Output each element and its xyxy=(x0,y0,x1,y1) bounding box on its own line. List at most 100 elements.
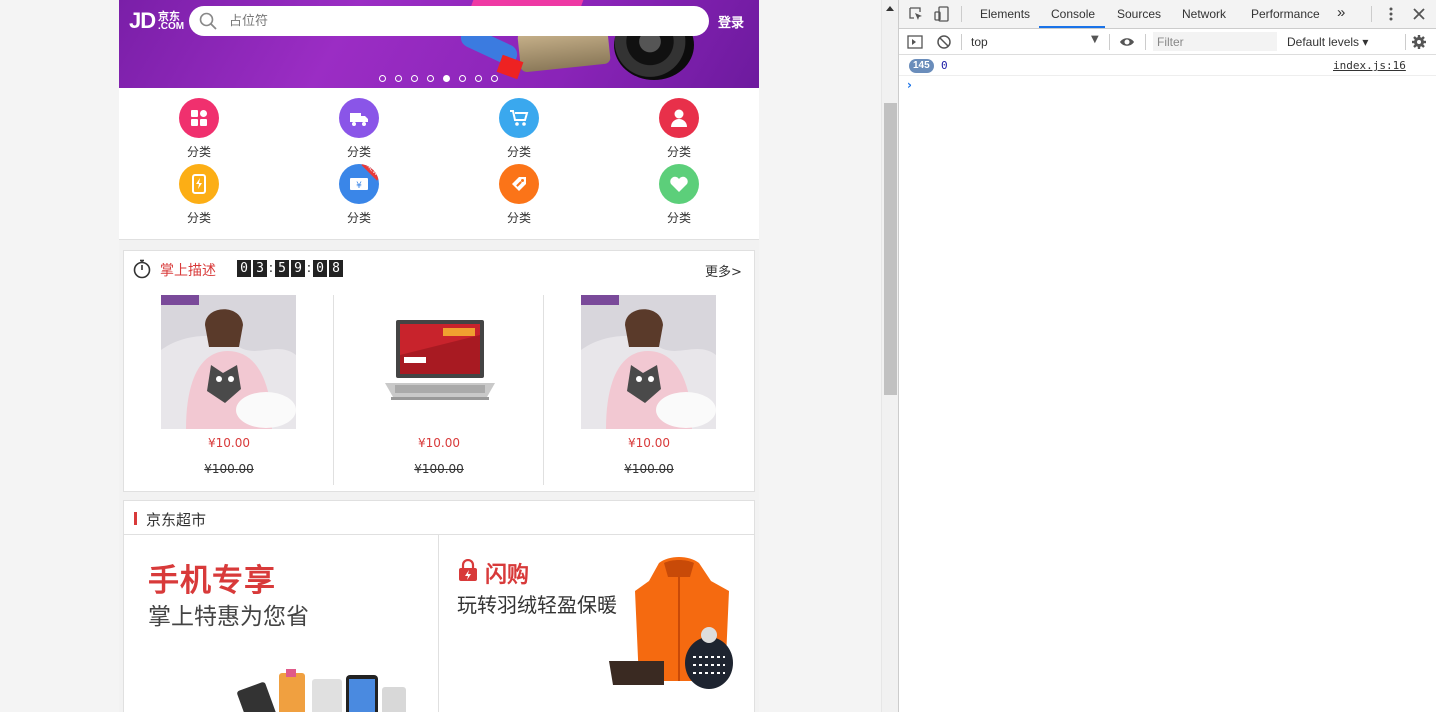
section-accent-bar xyxy=(134,512,137,525)
carousel-dot[interactable] xyxy=(459,75,466,82)
eye-icon[interactable] xyxy=(1119,34,1135,50)
promo-mobile-exclusive[interactable]: 手机专享 掌上特惠为您省 xyxy=(124,535,439,712)
heart-icon xyxy=(659,164,699,204)
carousel-dot[interactable] xyxy=(411,75,418,82)
carousel-dot[interactable] xyxy=(395,75,402,82)
svg-text:¥: ¥ xyxy=(356,181,362,191)
stopwatch-icon xyxy=(133,259,151,279)
console-message: 145 0 index.js:16 xyxy=(899,56,1436,76)
product-old-price: ¥100.00 xyxy=(414,462,464,476)
nav-item[interactable]: 分类 xyxy=(279,88,439,159)
toolbar-divider xyxy=(961,34,962,50)
supermarket-section: 京东超市 手机专享 掌上特惠为您省 闪购 玩转羽绒轻盈保暖 xyxy=(123,500,755,712)
phone-charge-icon xyxy=(179,164,219,204)
repeat-count-badge: 145 xyxy=(909,59,934,73)
product-price: ¥10.00 xyxy=(208,436,250,450)
carousel-dot[interactable] xyxy=(427,75,434,82)
mobile-page: JD 京东 .COM 登录 xyxy=(119,0,759,712)
login-link[interactable]: 登录 xyxy=(718,12,744,31)
flash-subline: 玩转羽绒轻盈保暖 xyxy=(457,593,617,617)
sidebar-toggle-icon[interactable] xyxy=(907,34,923,50)
seckill-section: 掌上描述 0 3 : 5 9 : 0 8 更多> ¥10.00 ¥100.00 … xyxy=(123,250,755,492)
clear-console-icon[interactable] xyxy=(936,34,952,50)
category-nav: 分类 分类 分类 分类 分类 ¥ NEW 分类 分类 分类 xyxy=(119,88,759,240)
jd-logo[interactable]: JD 京东 .COM xyxy=(129,8,189,34)
seckill-title[interactable]: 掌上描述 xyxy=(160,260,216,280)
gear-icon[interactable] xyxy=(1411,34,1427,50)
toolbar-divider xyxy=(1109,34,1110,50)
nav-item-label: 分类 xyxy=(506,211,531,225)
nav-item[interactable]: 分类 xyxy=(599,88,759,159)
context-selector[interactable]: top xyxy=(971,35,988,49)
carousel-dot[interactable] xyxy=(475,75,482,82)
seckill-header: 掌上描述 0 3 : 5 9 : 0 8 更多> xyxy=(124,251,754,287)
supermarket-title: 京东超市 xyxy=(146,511,207,529)
devtools-tab-bar: Elements Console Sources Network Perform… xyxy=(899,0,1436,29)
phones-illustration xyxy=(237,669,406,712)
devtools-panel: Elements Console Sources Network Perform… xyxy=(898,0,1436,712)
toolbar-divider xyxy=(961,6,962,22)
scroll-up-arrow-icon[interactable] xyxy=(885,4,895,12)
device-toolbar-icon[interactable] xyxy=(934,6,950,22)
laptop-photo[interactable] xyxy=(371,295,506,429)
promo-subline: 掌上特惠为您省 xyxy=(148,604,309,630)
filter-input[interactable] xyxy=(1153,32,1277,51)
product-card[interactable]: ¥10.00 ¥100.00 xyxy=(544,295,754,485)
nav-item[interactable]: 分类 xyxy=(599,154,759,225)
carousel-dot[interactable] xyxy=(491,75,498,82)
pajamas-photo[interactable] xyxy=(161,295,296,429)
console-prompt[interactable]: › xyxy=(907,78,912,92)
promo-headline: 手机专享 xyxy=(148,563,276,599)
nav-item[interactable]: 分类 xyxy=(119,88,279,159)
toolbar-divider xyxy=(1145,34,1146,50)
tab-console[interactable]: Console xyxy=(1051,7,1095,21)
kebab-menu-icon[interactable] xyxy=(1383,6,1399,22)
tab-elements[interactable]: Elements xyxy=(980,7,1030,21)
truck-icon xyxy=(339,98,379,138)
carousel-dot[interactable] xyxy=(379,75,386,82)
nav-item-label: 分类 xyxy=(666,211,691,225)
more-link[interactable]: 更多> xyxy=(705,261,742,280)
more-tabs-button[interactable]: » xyxy=(1337,4,1345,21)
nav-item[interactable]: 分类 xyxy=(119,154,279,225)
nav-item[interactable]: 分类 xyxy=(439,88,599,159)
nav-item[interactable]: 分类 xyxy=(439,154,599,225)
lock-bolt-icon xyxy=(459,559,477,581)
product-card[interactable]: ¥10.00 ¥100.00 xyxy=(124,295,334,485)
timer-colon: : xyxy=(306,261,312,276)
search-input[interactable] xyxy=(229,11,689,31)
coupon-icon xyxy=(499,164,539,204)
product-price: ¥10.00 xyxy=(628,436,670,450)
nav-item-label: 分类 xyxy=(186,211,211,225)
log-levels-dropdown[interactable]: Default levels ▾ xyxy=(1287,35,1368,49)
down-jacket-illustration xyxy=(609,557,733,689)
nav-item-label: 分类 xyxy=(346,211,371,225)
console-toolbar: top ▼ Default levels ▾ xyxy=(899,29,1436,55)
tab-sources[interactable]: Sources xyxy=(1117,7,1161,21)
page-scrollbar[interactable] xyxy=(881,0,898,712)
active-tab-indicator xyxy=(1039,26,1105,28)
inspect-element-icon[interactable] xyxy=(908,6,924,22)
carousel-indicators xyxy=(379,75,509,83)
timer-digit: 0 xyxy=(237,260,251,277)
timer-digit: 8 xyxy=(329,260,343,277)
product-old-price: ¥100.00 xyxy=(624,462,674,476)
carousel-dot-active[interactable] xyxy=(443,75,450,82)
tab-network[interactable]: Network xyxy=(1182,7,1226,21)
nav-item[interactable]: ¥ NEW 分类 xyxy=(279,154,439,225)
timer-digit: 5 xyxy=(275,260,289,277)
tab-performance[interactable]: Performance xyxy=(1251,7,1320,21)
promo-flash-sale[interactable]: 闪购 玩转羽绒轻盈保暖 xyxy=(439,535,754,712)
scrollbar-thumb[interactable] xyxy=(884,103,897,395)
supermarket-header: 京东超市 xyxy=(124,501,754,535)
pajamas-photo[interactable] xyxy=(581,295,716,429)
source-link[interactable]: index.js:16 xyxy=(1333,59,1406,72)
logo-jd: JD xyxy=(129,8,156,33)
product-card[interactable]: ¥10.00 ¥100.00 xyxy=(334,295,544,485)
timer-digit: 0 xyxy=(313,260,327,277)
banner-carousel[interactable]: JD 京东 .COM 登录 xyxy=(119,0,759,88)
ticket-icon: ¥ NEW xyxy=(339,164,379,204)
close-icon[interactable] xyxy=(1411,6,1427,22)
search-bar[interactable] xyxy=(189,6,709,36)
cart-icon xyxy=(499,98,539,138)
